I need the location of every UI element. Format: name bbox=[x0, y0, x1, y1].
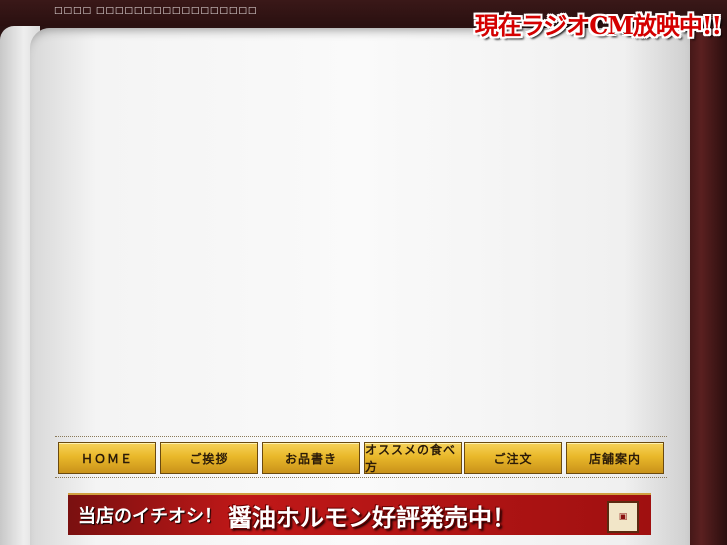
product-package-icon: ▣ bbox=[607, 501, 639, 533]
nav-menu-button[interactable]: お品書き bbox=[262, 442, 360, 474]
nav-greeting-button[interactable]: ご挨拶 bbox=[160, 442, 258, 474]
nav-store-button[interactable]: 店舗案内 bbox=[566, 442, 664, 474]
promo-lead-text: 当店のイチオシ！ bbox=[78, 506, 222, 527]
promo-main-text: 醤油ホルモン好評発売中！ bbox=[228, 502, 516, 532]
radio-cm-banner[interactable]: 現在ラジオCM放映中!! bbox=[475, 6, 722, 42]
top-tagline: □□□□ □□□□□□□□□□□□□□□□□ bbox=[54, 6, 258, 16]
nav-home-button[interactable]: ＨＯＭＥ bbox=[58, 442, 156, 474]
book-right-edge bbox=[684, 26, 727, 545]
main-nav: ＨＯＭＥ ご挨拶 お品書き オススメの食べ方 ご注文 店舗案内 bbox=[55, 436, 667, 478]
nav-order-button[interactable]: ご注文 bbox=[464, 442, 562, 474]
promo-banner[interactable]: 当店のイチオシ！ 醤油ホルモン好評発売中！ ▣ bbox=[68, 493, 651, 535]
nav-recommended-button[interactable]: オススメの食べ方 bbox=[364, 442, 462, 474]
